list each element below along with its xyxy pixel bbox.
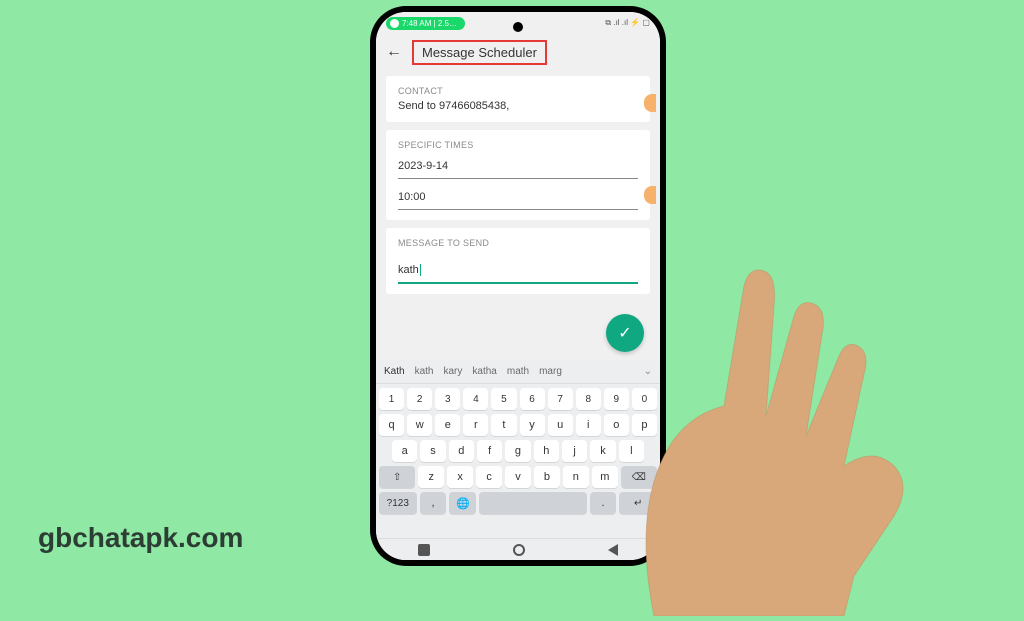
message-card: MESSAGE TO SEND kath (386, 228, 650, 294)
contact-value: Send to 97466085438, (398, 100, 638, 112)
key-globe[interactable]: 🌐 (449, 492, 476, 514)
key-3[interactable]: 3 (435, 388, 460, 410)
key-shift[interactable]: ⇧ (379, 466, 415, 488)
key-5[interactable]: 5 (491, 388, 516, 410)
key-p[interactable]: p (632, 414, 657, 436)
form-content: CONTACT Send to 97466085438, SPECIFIC TI… (376, 70, 660, 308)
key-f[interactable]: f (477, 440, 502, 462)
key-backspace[interactable]: ⌫ (621, 466, 657, 488)
key-i[interactable]: i (576, 414, 601, 436)
key-k[interactable]: k (590, 440, 615, 462)
suggestion-item[interactable]: kary (443, 366, 462, 377)
key-row-asdf: a s d f g h j k l (379, 440, 657, 462)
key-rows: 1 2 3 4 5 6 7 8 9 0 q w e r t y (376, 384, 660, 538)
android-navbar (376, 538, 660, 560)
suggestion-item[interactable]: kath (415, 366, 434, 377)
confirm-fab[interactable]: ✓ (606, 314, 644, 352)
status-time-text: 7:48 AM | 2.5… (402, 19, 457, 28)
key-9[interactable]: 9 (604, 388, 629, 410)
key-t[interactable]: t (491, 414, 516, 436)
key-enter[interactable]: ↵ (619, 492, 657, 514)
key-h[interactable]: h (534, 440, 559, 462)
key-m[interactable]: m (592, 466, 618, 488)
nav-back-icon[interactable] (608, 544, 618, 556)
fab-row: ✓ (376, 308, 660, 360)
key-s[interactable]: s (420, 440, 445, 462)
key-a[interactable]: a (392, 440, 417, 462)
nav-recent-icon[interactable] (418, 544, 430, 556)
key-row-zxcv: ⇧ z x c v b n m ⌫ (379, 466, 657, 488)
key-0[interactable]: 0 (632, 388, 657, 410)
key-7[interactable]: 7 (548, 388, 573, 410)
key-2[interactable]: 2 (407, 388, 432, 410)
key-space[interactable] (479, 492, 586, 514)
key-r[interactable]: r (463, 414, 488, 436)
suggestion-item[interactable]: katha (472, 366, 496, 377)
suggestion-item[interactable]: math (507, 366, 529, 377)
watermark-text: gbchatapk.com (38, 522, 243, 554)
key-x[interactable]: x (447, 466, 473, 488)
time-field[interactable]: 10:00 (398, 185, 638, 210)
key-q[interactable]: q (379, 414, 404, 436)
camera-notch (513, 22, 523, 32)
text-cursor-icon (420, 264, 421, 276)
message-label: MESSAGE TO SEND (398, 238, 638, 248)
key-v[interactable]: v (505, 466, 531, 488)
key-symbols[interactable]: ?123 (379, 492, 417, 514)
status-icons: ⧉ .ıl .ıl ⚡ ▢ (605, 18, 650, 28)
phone-frame: 7:48 AM | 2.5… ⧉ .ıl .ıl ⚡ ▢ ← Message S… (370, 6, 666, 566)
key-6[interactable]: 6 (520, 388, 545, 410)
key-o[interactable]: o (604, 414, 629, 436)
phone-screen: 7:48 AM | 2.5… ⧉ .ıl .ıl ⚡ ▢ ← Message S… (376, 12, 660, 560)
times-label: SPECIFIC TIMES (398, 140, 638, 150)
key-e[interactable]: e (435, 414, 460, 436)
times-card: SPECIFIC TIMES 2023-9-14 10:00 (386, 130, 650, 220)
decorative-blob-icon (644, 94, 656, 112)
app-header: ← Message Scheduler (376, 34, 660, 70)
date-field[interactable]: 2023-9-14 (398, 154, 638, 179)
key-row-qwerty: q w e r t y u i o p (379, 414, 657, 436)
key-w[interactable]: w (407, 414, 432, 436)
key-l[interactable]: l (619, 440, 644, 462)
nav-home-icon[interactable] (513, 544, 525, 556)
decorative-blob-icon (644, 186, 656, 204)
key-row-bottom: ?123 , 🌐 . ↵ (379, 492, 657, 514)
key-z[interactable]: z (418, 466, 444, 488)
mic-indicator-icon (390, 19, 399, 28)
key-4[interactable]: 4 (463, 388, 488, 410)
key-8[interactable]: 8 (576, 388, 601, 410)
key-b[interactable]: b (534, 466, 560, 488)
chevron-down-icon[interactable]: ⌄ (644, 366, 652, 377)
key-u[interactable]: u (548, 414, 573, 436)
suggestion-item[interactable]: Kath (384, 366, 405, 377)
soft-keyboard: Kath kath kary katha math marg ⌄ 1 2 3 4… (376, 360, 660, 560)
key-j[interactable]: j (562, 440, 587, 462)
contact-card[interactable]: CONTACT Send to 97466085438, (386, 76, 650, 122)
key-c[interactable]: c (476, 466, 502, 488)
contact-label: CONTACT (398, 86, 638, 96)
key-row-numbers: 1 2 3 4 5 6 7 8 9 0 (379, 388, 657, 410)
check-icon: ✓ (618, 323, 631, 343)
key-y[interactable]: y (520, 414, 545, 436)
suggestion-bar: Kath kath kary katha math marg ⌄ (376, 360, 660, 384)
page-title: Message Scheduler (412, 40, 547, 65)
key-d[interactable]: d (449, 440, 474, 462)
back-arrow-icon[interactable]: ← (386, 43, 402, 61)
suggestion-item[interactable]: marg (539, 366, 562, 377)
key-period[interactable]: . (590, 492, 617, 514)
key-n[interactable]: n (563, 466, 589, 488)
message-input-text: kath (398, 264, 419, 276)
key-g[interactable]: g (505, 440, 530, 462)
key-comma[interactable]: , (420, 492, 447, 514)
key-1[interactable]: 1 (379, 388, 404, 410)
message-input[interactable]: kath (398, 258, 638, 284)
status-time-pill: 7:48 AM | 2.5… (386, 17, 465, 30)
